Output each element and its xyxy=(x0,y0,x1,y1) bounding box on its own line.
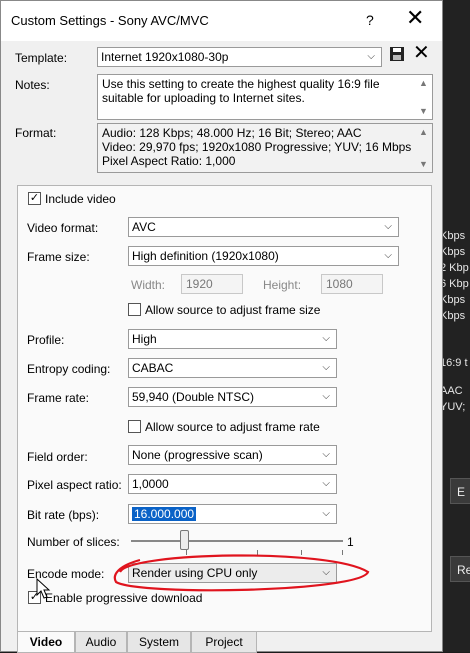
format-line: Audio: 128 Kbps; 48.000 Hz; 16 Bit; Ster… xyxy=(102,126,362,140)
profile-label: Profile: xyxy=(27,333,65,347)
width-input[interactable]: 1920 xyxy=(181,274,243,294)
notes-textarea[interactable]: Use this setting to create the highest q… xyxy=(97,74,433,120)
background-text: 16:9 t xyxy=(440,357,468,369)
close-button[interactable]: ✕ xyxy=(406,7,424,29)
video-format-select[interactable]: AVC ⌵ xyxy=(128,217,399,237)
notes-text: Use this setting to create the highest q… xyxy=(102,77,380,105)
frame-rate-value: 59,940 (Double NTSC) xyxy=(132,390,255,404)
height-label: Height: xyxy=(263,278,302,292)
chevron-down-icon: ⌵ xyxy=(322,391,330,402)
include-video-label: Include video xyxy=(45,192,116,206)
bit-rate-select[interactable]: 16.000.000 ⌵ xyxy=(128,504,337,524)
slider-tick xyxy=(301,550,302,555)
encode-mode-value: Render using CPU only xyxy=(132,566,258,580)
field-order-label: Field order: xyxy=(27,450,88,464)
background-text: YUV; xyxy=(440,401,466,413)
mouse-cursor-icon xyxy=(36,578,51,599)
notes-label: Notes: xyxy=(15,78,50,92)
format-line: Pixel Aspect Ratio: 1,000 xyxy=(102,154,236,168)
bit-rate-value: 16.000.000 xyxy=(132,507,197,521)
allow-frame-rate-label: Allow source to adjust frame rate xyxy=(145,420,320,434)
frame-rate-label: Frame rate: xyxy=(27,391,90,405)
slices-value: 1 xyxy=(347,535,354,549)
pixel-aspect-ratio-label: Pixel aspect ratio: xyxy=(27,478,122,492)
chevron-down-icon: ⌵ xyxy=(384,221,392,232)
include-video-checkbox[interactable]: ✓ xyxy=(28,192,41,205)
slices-slider-thumb[interactable] xyxy=(180,530,189,550)
frame-rate-select[interactable]: 59,940 (Double NTSC) ⌵ xyxy=(128,387,337,407)
format-summary: Audio: 128 Kbps; 48.000 Hz; 16 Bit; Ster… xyxy=(97,123,433,173)
frame-size-select[interactable]: High definition (1920x1080) ⌵ xyxy=(128,246,399,266)
background-text: Kbps xyxy=(440,310,466,322)
chevron-down-icon: ⌵ xyxy=(322,333,330,344)
delete-x-icon[interactable]: ✕ xyxy=(413,43,430,63)
chevron-down-icon: ⌵ xyxy=(322,449,330,460)
field-order-select[interactable]: None (progressive scan) ⌵ xyxy=(128,445,337,465)
frame-size-value: High definition (1920x1080) xyxy=(132,249,279,263)
allow-frame-size-label: Allow source to adjust frame size xyxy=(145,303,321,317)
chevron-down-icon: ⌵ xyxy=(384,250,392,261)
frame-size-label: Frame size: xyxy=(27,250,90,264)
tab-audio[interactable]: Audio xyxy=(75,632,127,653)
tab-video[interactable]: Video xyxy=(17,632,75,653)
allow-frame-rate-checkbox[interactable] xyxy=(128,420,141,433)
background-text: 2 Kbp xyxy=(440,262,469,274)
chevron-down-icon: ⌵ xyxy=(322,362,330,373)
help-button[interactable]: ? xyxy=(366,12,374,28)
tab-project[interactable]: Project xyxy=(191,632,257,653)
chevron-down-icon: ⌵ xyxy=(367,51,375,62)
pixel-aspect-ratio-select[interactable]: 1,0000 ⌵ xyxy=(128,474,337,494)
background-text: AAC xyxy=(440,385,463,397)
template-select[interactable]: Internet 1920x1080-30p ⌵ xyxy=(97,47,382,67)
encode-mode-select[interactable]: Render using CPU only ⌵ xyxy=(128,563,337,583)
format-scrollbar[interactable]: ▲ ▼ xyxy=(417,125,431,171)
profile-select[interactable]: High ⌵ xyxy=(128,329,337,349)
chevron-down-icon: ⌵ xyxy=(322,508,330,519)
template-label: Template: xyxy=(15,51,68,65)
chevron-down-icon: ⌵ xyxy=(322,478,330,489)
background-button[interactable]: E xyxy=(450,478,470,504)
custom-settings-dialog: Custom Settings - Sony AVC/MVC ? ✕ Templ… xyxy=(0,0,443,653)
number-of-slices-label: Number of slices: xyxy=(27,535,120,549)
progressive-download-label: Enable progressive download xyxy=(45,591,203,605)
profile-value: High xyxy=(132,332,157,346)
entropy-coding-label: Entropy coding: xyxy=(27,362,111,376)
format-label: Format: xyxy=(15,126,57,140)
entropy-coding-value: CABAC xyxy=(132,361,174,375)
background-text: Kbps xyxy=(440,246,466,258)
background-button[interactable]: Re xyxy=(450,556,470,582)
settings-tabs: Video Audio System Project xyxy=(17,632,432,653)
slider-tick xyxy=(186,550,187,555)
floppy-disk-icon[interactable] xyxy=(389,46,405,65)
format-line: Video: 29,970 fps; 1920x1080 Progressive… xyxy=(102,140,412,154)
background-text: 6 Kbp xyxy=(440,278,469,290)
notes-scrollbar[interactable]: ▲ ▼ xyxy=(417,76,431,118)
allow-frame-size-checkbox[interactable] xyxy=(128,303,141,316)
slices-slider-track[interactable] xyxy=(131,540,343,542)
pixel-aspect-ratio-value: 1,0000 xyxy=(132,477,169,491)
height-input[interactable]: 1080 xyxy=(321,274,383,294)
bit-rate-label: Bit rate (bps): xyxy=(27,508,100,522)
template-value: Internet 1920x1080-30p xyxy=(101,50,229,64)
width-label: Width: xyxy=(131,278,166,292)
slider-tick xyxy=(257,550,258,555)
video-format-label: Video format: xyxy=(27,221,99,235)
entropy-coding-select[interactable]: CABAC ⌵ xyxy=(128,358,337,378)
field-order-value: None (progressive scan) xyxy=(132,448,263,462)
video-format-value: AVC xyxy=(132,220,156,234)
background-text: Kbps xyxy=(440,230,466,242)
tab-system[interactable]: System xyxy=(127,632,191,653)
chevron-down-icon: ⌵ xyxy=(322,567,330,578)
dialog-title: Custom Settings - Sony AVC/MVC xyxy=(11,13,209,28)
title-bar: Custom Settings - Sony AVC/MVC ? ✕ xyxy=(1,1,442,41)
background-text: Kbps xyxy=(440,294,466,306)
slider-tick xyxy=(342,550,343,555)
